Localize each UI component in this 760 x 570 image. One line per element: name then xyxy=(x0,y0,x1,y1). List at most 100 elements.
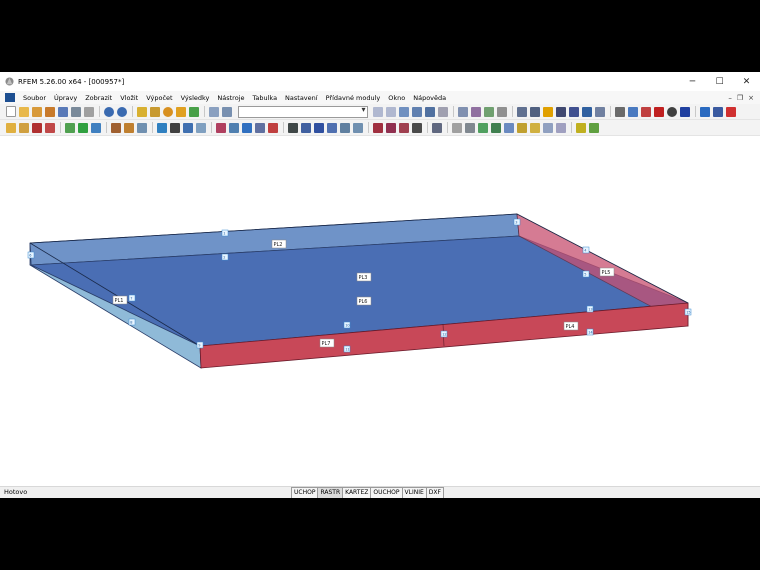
grid-toggle-button[interactable]: RASTR xyxy=(317,487,344,498)
navigator-icon[interactable] xyxy=(504,122,514,133)
member-icon[interactable] xyxy=(45,122,55,133)
next-icon[interactable] xyxy=(386,106,396,117)
menu-upravy[interactable]: Úpravy xyxy=(50,94,81,102)
mesh-icon[interactable] xyxy=(288,122,298,133)
settings-icon[interactable] xyxy=(680,106,690,117)
info-icon[interactable] xyxy=(726,106,736,117)
guideline-icon[interactable] xyxy=(386,122,396,133)
display-icon[interactable] xyxy=(425,106,435,117)
surface-icon[interactable] xyxy=(65,122,75,133)
warning-icon[interactable] xyxy=(641,106,651,117)
measure-icon[interactable] xyxy=(615,106,625,117)
menu-zobrazit[interactable]: Zobrazit xyxy=(81,94,116,102)
undo-icon[interactable] xyxy=(104,106,114,117)
menu-tabulka[interactable]: Tabulka xyxy=(248,94,281,102)
open-folder-icon[interactable] xyxy=(19,106,29,117)
solid-icon[interactable] xyxy=(78,122,88,133)
surface-label-pl2[interactable]: PL2 xyxy=(271,239,287,249)
model-3d-view[interactable]: 1 2 3 4 5 6 7 8 9 10 11 12 13 14 15 PL2 … xyxy=(0,136,760,486)
menu-vlozit[interactable]: Vložit xyxy=(116,94,142,102)
load-icon[interactable] xyxy=(137,122,147,133)
camera-icon[interactable] xyxy=(667,106,677,117)
cartesian-toggle-button[interactable]: KARTEZ xyxy=(342,487,372,498)
document-icon[interactable] xyxy=(5,93,15,102)
cut-icon[interactable] xyxy=(268,122,278,133)
grid-icon[interactable] xyxy=(517,106,527,117)
view-y-icon[interactable] xyxy=(595,106,605,117)
animate-icon[interactable] xyxy=(438,106,448,117)
visibility-icon[interactable] xyxy=(432,122,442,133)
node-marker[interactable]: 1 xyxy=(221,229,229,237)
extrude-icon[interactable] xyxy=(255,122,265,133)
menu-nastroje[interactable]: Nástroje xyxy=(213,94,248,102)
node-marker[interactable]: 14 xyxy=(586,328,593,336)
tree-icon[interactable] xyxy=(491,122,501,133)
node-marker[interactable]: 10 xyxy=(343,321,351,329)
close-button[interactable]: ✕ xyxy=(733,72,760,91)
node-marker[interactable]: 3 xyxy=(513,218,521,226)
node-marker[interactable]: 7 xyxy=(128,294,136,302)
menu-vypocet[interactable]: Výpočet xyxy=(142,94,176,102)
surface-label-pl7[interactable]: PL7 xyxy=(319,338,335,348)
block-icon[interactable] xyxy=(45,106,55,117)
node-marker[interactable]: 9 xyxy=(196,341,204,349)
surface-label-pl5[interactable]: PL5 xyxy=(599,267,615,277)
background-icon[interactable] xyxy=(465,122,475,133)
addon-icon[interactable] xyxy=(589,122,599,133)
save-icon[interactable] xyxy=(58,106,68,117)
render-icon[interactable] xyxy=(543,106,553,117)
window-icon[interactable] xyxy=(222,106,232,117)
minimize-button[interactable]: ─ xyxy=(679,72,706,91)
model-check-icon[interactable] xyxy=(314,122,324,133)
maximize-button[interactable]: ☐ xyxy=(706,72,733,91)
node-marker[interactable]: 2 xyxy=(221,253,229,261)
snap-icon[interactable] xyxy=(399,122,409,133)
new-file-icon[interactable] xyxy=(6,106,16,117)
show-results-icon[interactable] xyxy=(399,106,409,117)
print-icon[interactable] xyxy=(71,106,81,117)
view-x-icon[interactable] xyxy=(582,106,592,117)
print-graphic-icon[interactable] xyxy=(84,106,94,117)
surface-label-pl6[interactable]: PL6 xyxy=(356,296,372,306)
node-marker[interactable]: 8 xyxy=(128,318,136,326)
orbit-icon[interactable] xyxy=(628,106,638,117)
table-view-icon[interactable] xyxy=(556,122,566,133)
mdi-restore-button[interactable]: ❐ xyxy=(737,94,743,102)
section-icon[interactable] xyxy=(484,106,494,117)
menu-nastaveni[interactable]: Nastavení xyxy=(281,94,322,102)
delete-icon[interactable] xyxy=(654,106,664,117)
view-icon[interactable] xyxy=(189,106,199,117)
table-icon[interactable] xyxy=(209,106,219,117)
node-marker[interactable]: 11 xyxy=(343,345,351,353)
grid-toggle-icon[interactable] xyxy=(543,122,553,133)
comment-icon[interactable] xyxy=(353,122,363,133)
surface-label-pl3[interactable]: PL3 xyxy=(356,272,372,282)
module-icon[interactable] xyxy=(700,106,710,117)
snap-toggle-button[interactable]: UCHOP xyxy=(291,487,319,498)
light-icon[interactable] xyxy=(530,122,540,133)
intersect-icon[interactable] xyxy=(242,122,252,133)
dimension-icon[interactable] xyxy=(340,122,350,133)
layer-icon[interactable] xyxy=(412,122,422,133)
open-model-icon[interactable] xyxy=(32,106,42,117)
values-icon[interactable] xyxy=(412,106,422,117)
move-icon[interactable] xyxy=(157,122,167,133)
previous-icon[interactable] xyxy=(373,106,383,117)
node-icon[interactable] xyxy=(19,122,29,133)
redo-icon[interactable] xyxy=(117,106,127,117)
check-icon[interactable] xyxy=(301,122,311,133)
node-marker[interactable]: 13 xyxy=(586,305,594,313)
deformation-icon[interactable] xyxy=(458,106,468,117)
table-edit-icon[interactable] xyxy=(478,122,488,133)
surface-label-pl1[interactable]: PL1 xyxy=(112,295,128,305)
object-snap-toggle-button[interactable]: OUCHOP xyxy=(370,487,403,498)
node-marker[interactable]: 12 xyxy=(440,330,448,338)
select-icon[interactable] xyxy=(6,122,16,133)
dxf-toggle-button[interactable]: DXF xyxy=(425,487,444,498)
renumber-icon[interactable] xyxy=(327,122,337,133)
mdi-close-button[interactable]: × xyxy=(748,94,754,102)
mdi-minimize-button[interactable]: – xyxy=(728,94,732,102)
divide-icon[interactable] xyxy=(216,122,226,133)
node-marker[interactable]: 5 xyxy=(582,270,590,278)
pencil-icon[interactable] xyxy=(137,106,147,117)
